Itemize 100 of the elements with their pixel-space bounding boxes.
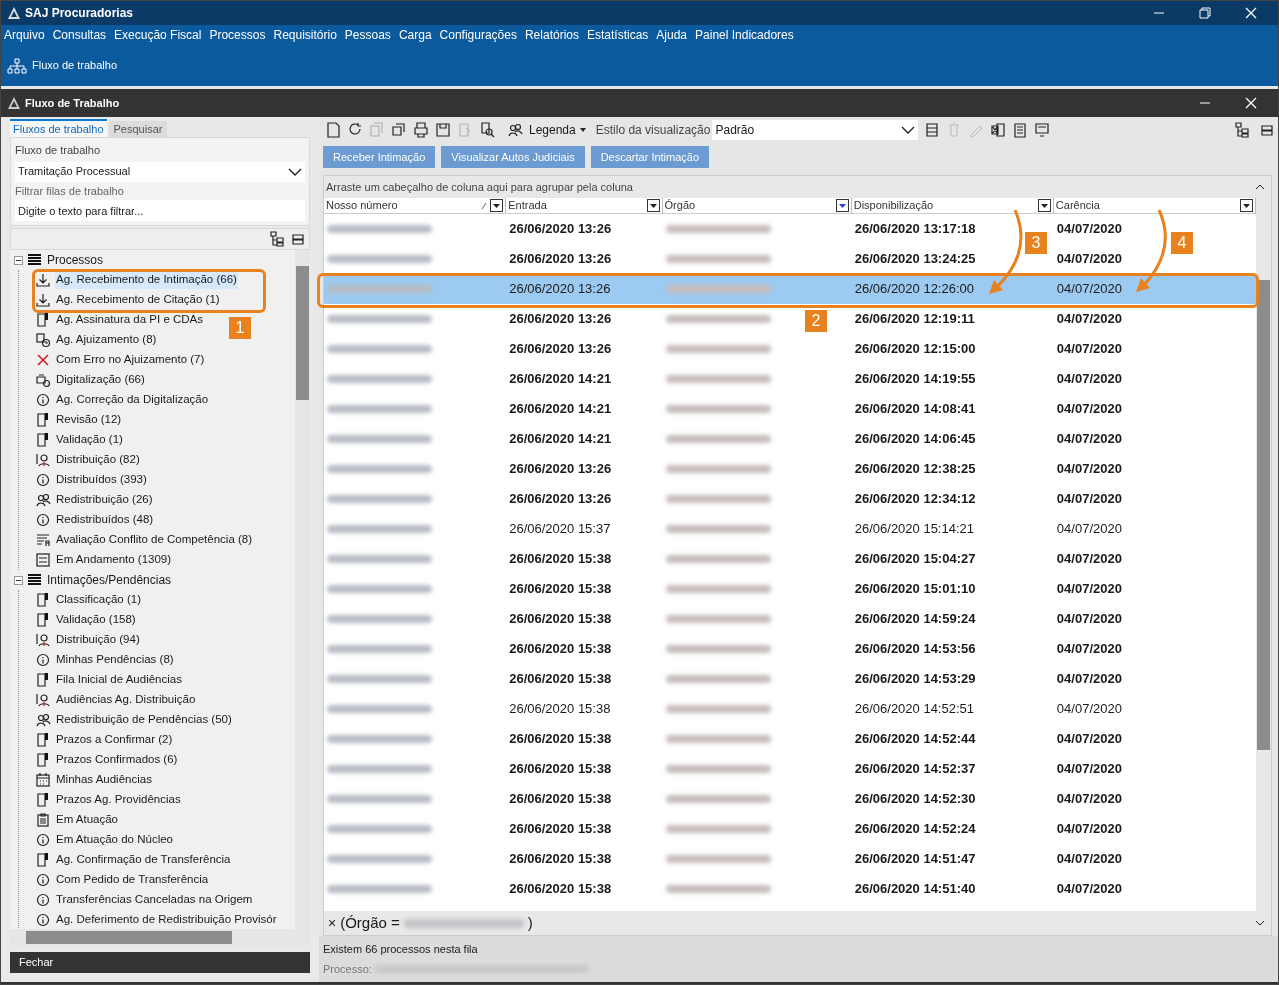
tree-item[interactable]: Distribuídos (393) <box>55 471 148 489</box>
tree-item[interactable]: Fila Inicial de Audiências <box>55 671 183 689</box>
filter-dropdown-icon[interactable] <box>646 199 660 212</box>
refresh-icon[interactable] <box>347 122 363 138</box>
search-document-icon[interactable] <box>479 122 495 138</box>
filter-dropdown-icon[interactable] <box>1037 199 1051 212</box>
scrollbar-thumb[interactable] <box>1257 280 1270 750</box>
column-header[interactable]: Carência <box>1053 198 1256 213</box>
menu-item[interactable]: Processos <box>209 26 266 44</box>
menu-item[interactable]: Carga <box>398 26 432 44</box>
tree-item[interactable]: Ag. Assinatura da PI e CDAs <box>55 311 205 329</box>
layout-icon[interactable] <box>924 122 941 138</box>
monitor-icon[interactable] <box>1034 122 1051 138</box>
filter-dropdown-icon[interactable] <box>490 199 504 212</box>
tree-item[interactable]: Em Andamento (1309) <box>55 551 173 569</box>
tree-item[interactable]: Prazos Confirmados (6) <box>55 751 179 769</box>
table-cell-text: 26/06/2020 14:53:56 <box>853 640 977 659</box>
tree-group[interactable]: Intimações/Pendências <box>47 571 172 589</box>
menu-item[interactable]: Consultas <box>52 26 107 44</box>
tree-item[interactable]: Classificação (1) <box>55 591 142 609</box>
new-document-icon[interactable] <box>325 122 341 138</box>
tree-group[interactable]: Processos <box>47 251 104 269</box>
expander-toggle[interactable] <box>14 255 23 265</box>
excel-icon[interactable] <box>990 122 1007 138</box>
close-icon[interactable] <box>1245 97 1257 109</box>
tree-item[interactable]: Ag. Ajuizamento (8) <box>55 331 158 349</box>
close-button[interactable]: Fechar <box>10 952 310 973</box>
tree-item[interactable]: Revisão (12) <box>55 411 123 429</box>
tree-item[interactable]: Redistribuição (26) <box>55 491 154 509</box>
tree-item[interactable]: Validação (1) <box>55 431 124 449</box>
expand-tree-icon[interactable] <box>269 231 285 247</box>
workflow-dropdown[interactable]: Tramitação Processual <box>15 161 305 182</box>
tree-item[interactable]: Validação (158) <box>55 611 137 629</box>
field-label: Estilo da visualização <box>595 122 711 139</box>
tree-item[interactable]: Prazos a Confirmar (2) <box>55 731 174 749</box>
collapse-tree-icon[interactable] <box>1260 123 1274 137</box>
menu-item[interactable]: Ajuda <box>656 26 688 44</box>
tree-item[interactable]: Digitalização (66) <box>55 371 146 389</box>
tree-item[interactable]: Ag. Recebimento de Citação (1) <box>55 291 221 309</box>
tree-item[interactable]: Audiências Ag. Distribuição <box>55 691 197 709</box>
tree-item[interactable]: Minhas Pendências (8) <box>55 651 175 669</box>
tree-item[interactable]: Distribuição (94) <box>55 631 141 649</box>
menu-item[interactable]: Relatórios <box>524 26 579 44</box>
menu-item[interactable]: Estatísticas <box>587 26 649 44</box>
save-icon[interactable] <box>435 122 451 138</box>
menu-item[interactable]: Painel Indicadores <box>695 26 794 44</box>
window-title: SAJ Procuradorias <box>25 5 134 22</box>
table-cell-text: 04/07/2020 <box>1055 730 1123 749</box>
expand-tree-icon[interactable] <box>1234 122 1250 138</box>
collapse-tree-icon[interactable] <box>291 232 305 246</box>
column-header[interactable]: Nosso número <box>324 198 507 213</box>
close-icon[interactable] <box>1245 7 1257 19</box>
tree-item[interactable]: Avaliação Conflito de Competência (8) <box>55 531 254 549</box>
tree-item[interactable]: Redistribuição de Pendências (50) <box>55 711 233 729</box>
tree-item[interactable]: Ag. Correção da Digitalização <box>55 391 210 409</box>
tree-item[interactable]: Com Erro no Ajuizamento (7) <box>55 351 206 369</box>
menu-item[interactable]: Execução Fiscal <box>114 26 202 44</box>
filter-field[interactable]: Digite o texto para filtrar... <box>15 200 305 221</box>
menu-item[interactable]: Configurações <box>439 26 517 44</box>
workflow-ribbon-button[interactable]: Fluxo de trabalho <box>7 57 117 74</box>
expander-toggle[interactable] <box>14 575 23 585</box>
tree-item[interactable]: Transferências Canceladas na Origem <box>55 891 254 909</box>
print-icon[interactable] <box>413 122 429 138</box>
filter-dropdown-icon[interactable] <box>1240 199 1253 212</box>
view-style-dropdown[interactable]: Padrão <box>712 120 919 140</box>
column-header[interactable]: Disponibilização <box>851 198 1054 213</box>
menu-item[interactable]: Pessoas <box>344 26 391 44</box>
tree-item[interactable]: Redistribuídos (48) <box>55 511 155 529</box>
menu-item[interactable]: Requisitório <box>273 26 337 44</box>
panel-tab[interactable]: Pesquisar <box>108 121 168 137</box>
notepad-icon[interactable] <box>1012 122 1029 138</box>
tree-item[interactable]: Em Atuação <box>55 811 119 829</box>
table-cell-text: 04/07/2020 <box>1055 580 1123 599</box>
tree-item[interactable]: Distribuição (82) <box>55 451 141 469</box>
filter-dropdown-icon[interactable] <box>835 199 849 212</box>
column-header[interactable]: Entrada <box>506 198 663 213</box>
tree-item[interactable]: Minhas Audiências <box>55 771 153 789</box>
selected-row[interactable]: 26/06/2020 13:26 26/06/2020 12:26:00 04/07/2020 <box>324 274 1256 304</box>
tree-item[interactable]: Com Pedido de Transferência <box>55 871 210 889</box>
callout-number: 4 <box>1171 232 1193 254</box>
legend-dropdown[interactable]: Legenda <box>529 121 586 139</box>
chevron-up-icon[interactable] <box>1255 184 1265 190</box>
tree-item[interactable]: Prazos Ag. Providências <box>55 791 182 809</box>
table-cell-text: 26/06/2020 15:38 <box>508 880 613 899</box>
info-icon <box>35 892 51 908</box>
restore-icon[interactable] <box>1199 7 1211 19</box>
panel-tab[interactable]: Fluxos de trabalho <box>10 119 107 137</box>
remove-filter-button[interactable]: × <box>328 912 337 934</box>
tree-item[interactable]: Ag. Confirmação de Transferência <box>55 851 232 869</box>
column-header[interactable]: Órgão <box>662 198 852 213</box>
tree-item[interactable]: Ag. Deferimento de Redistribuição Provisór <box>55 911 278 929</box>
chevron-down-icon[interactable] <box>1255 920 1265 926</box>
windows-icon[interactable] <box>391 122 407 138</box>
tree-item[interactable]: Em Atuação do Núcleo <box>55 831 174 849</box>
scrollbar-thumb[interactable] <box>26 931 232 944</box>
people-icon[interactable] <box>507 122 523 138</box>
scrollbar-thumb[interactable] <box>296 266 309 400</box>
table-cell-text: 26/06/2020 14:52:44 <box>853 730 977 749</box>
menu-item[interactable]: Arquivo <box>4 26 45 44</box>
callout-number: 1 <box>229 317 251 339</box>
